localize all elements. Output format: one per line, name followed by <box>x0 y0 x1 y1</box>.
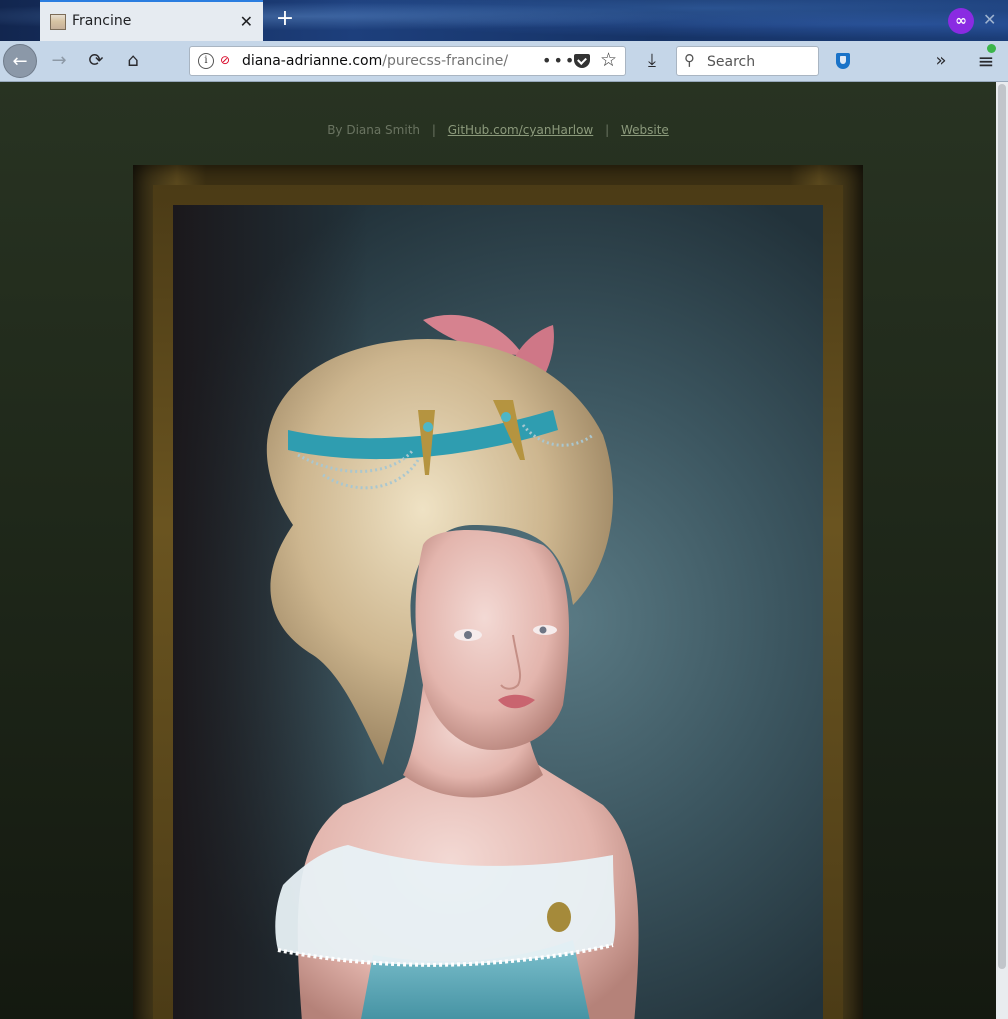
right-iris <box>539 626 547 634</box>
page-actions-icon[interactable]: ••• <box>542 51 576 70</box>
portrait-illustration <box>173 205 823 1019</box>
page-scrollbar[interactable] <box>996 82 1008 1019</box>
url-host: diana-adrianne.com <box>242 53 383 69</box>
credit-separator: | <box>605 123 610 137</box>
pocket-icon[interactable] <box>574 54 590 68</box>
close-icon[interactable]: ✕ <box>240 12 253 31</box>
search-placeholder: Search <box>707 54 756 70</box>
url-path: /purecss-francine/ <box>382 53 509 69</box>
plus-icon[interactable]: + <box>274 6 296 32</box>
ornament-gem-left <box>423 422 433 432</box>
brooch <box>547 902 571 932</box>
private-browsing-icon: ∞ <box>948 8 974 34</box>
credits-line: By Diana Smith | GitHub.com/cyanHarlow |… <box>0 123 996 137</box>
bookmark-star-icon[interactable]: ☆ <box>600 49 617 71</box>
portrait-canvas <box>173 205 823 1019</box>
page-content: By Diana Smith | GitHub.com/cyanHarlow |… <box>0 82 996 1019</box>
back-arrow-icon[interactable]: ← <box>3 44 37 78</box>
github-link[interactable]: GitHub.com/cyanHarlow <box>448 123 594 137</box>
francine-favicon <box>50 14 66 30</box>
scrollbar-thumb[interactable] <box>998 84 1006 969</box>
home-icon[interactable]: ⌂ <box>119 47 147 75</box>
url-text[interactable]: diana-adrianne.com/purecss-francine/ <box>242 53 508 69</box>
ornament-gem-right <box>501 412 511 422</box>
navigation-toolbar: ← → ⟳ ⌂ i ⊘ diana-adrianne.com/purecss-f… <box>0 41 1008 82</box>
search-icon: ⚲ <box>684 51 695 69</box>
forward-arrow-icon[interactable]: → <box>45 47 73 75</box>
tab-title: Francine <box>72 13 132 29</box>
tab-francine[interactable]: Francine ✕ <box>40 0 263 41</box>
url-bar[interactable]: i ⊘ diana-adrianne.com/purecss-francine/… <box>189 46 626 76</box>
face <box>415 530 569 750</box>
website-link[interactable]: Website <box>621 123 669 137</box>
update-badge <box>987 44 996 53</box>
hamburger-menu-icon[interactable]: ≡ <box>972 47 1000 75</box>
left-iris <box>464 631 472 639</box>
overflow-chevron-icon[interactable]: » <box>927 47 955 75</box>
tab-strip: Francine ✕ + ∞ ✕ <box>0 0 1008 41</box>
reload-icon[interactable]: ⟳ <box>82 47 110 75</box>
credit-separator: | <box>431 123 436 137</box>
insecure-connection-icon[interactable]: ⊘ <box>220 53 234 67</box>
shield-extension-icon[interactable] <box>836 53 850 69</box>
download-icon[interactable]: ⤓ <box>638 47 666 75</box>
painting-frame <box>133 165 863 1019</box>
painting-frame-inner <box>153 185 843 1019</box>
window-close-icon[interactable]: ✕ <box>983 10 996 29</box>
info-icon[interactable]: i <box>198 53 214 69</box>
author-credit: By Diana Smith <box>327 123 421 137</box>
search-input[interactable]: ⚲ Search <box>676 46 819 76</box>
